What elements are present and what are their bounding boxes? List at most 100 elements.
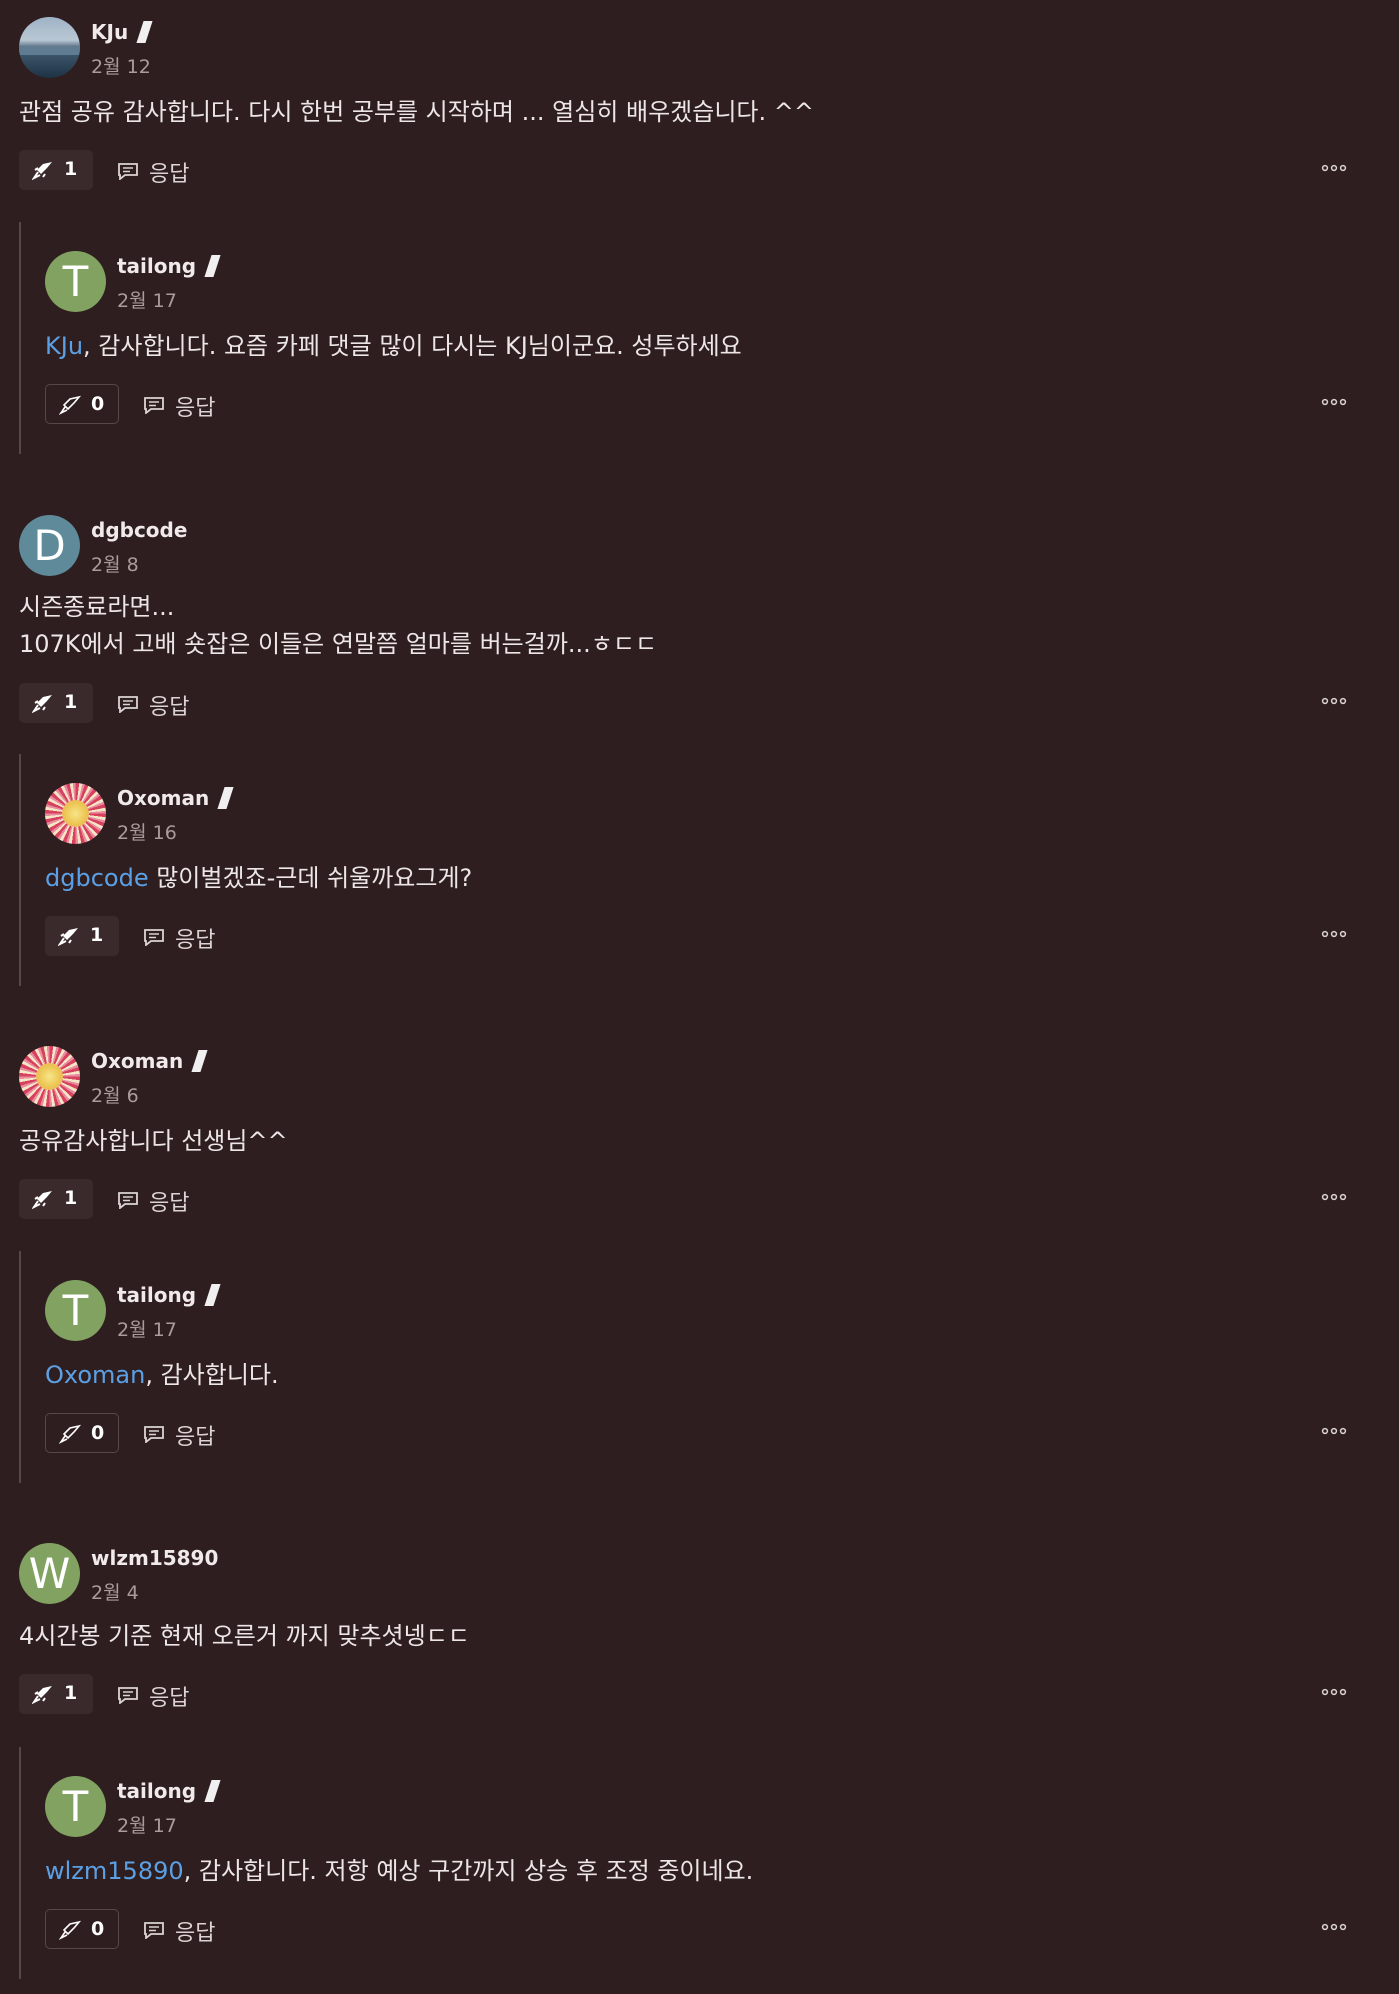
reply-text: , 감사합니다.	[145, 1361, 279, 1389]
pen-icon	[136, 21, 153, 43]
more-options-icon[interactable]	[1321, 163, 1347, 173]
comment-date: 2월 17	[117, 1815, 177, 1837]
avatar[interactable]	[19, 1046, 80, 1107]
like-button[interactable]: 1	[19, 150, 93, 190]
author-name[interactable]: dgbcode	[91, 518, 187, 542]
like-count: 1	[64, 691, 78, 713]
reply-label: 응답	[175, 928, 216, 953]
like-count: 1	[64, 1187, 78, 1209]
mention-link[interactable]: wlzm15890	[45, 1857, 184, 1885]
comment-icon	[118, 696, 138, 713]
comment-list: KJu 2월 12 관점 공유 감사합니다. 다시 한번 공부를 시작하며 ..…	[0, 0, 1399, 1994]
like-button[interactable]: 0	[45, 1909, 119, 1949]
comment-icon	[144, 929, 164, 946]
like-button[interactable]: 1	[45, 916, 119, 956]
rocket-icon	[58, 928, 78, 946]
thread-line	[19, 1251, 21, 1483]
thread-line	[19, 222, 21, 454]
rocket-icon	[32, 1191, 52, 1209]
comment-actions: 1 응답	[19, 1674, 1373, 1716]
avatar[interactable]	[45, 783, 106, 844]
pen-icon	[217, 787, 234, 809]
comment-text: Oxoman, 감사합니다.	[45, 1356, 279, 1394]
comment-text: KJu, 감사합니다. 요즘 카페 댓글 많이 다시는 KJ님이군요. 성투하세…	[45, 327, 742, 365]
author-name[interactable]: tailong	[117, 1779, 196, 1803]
more-options-icon[interactable]	[1321, 1922, 1347, 1932]
comment-actions: 1 응답	[19, 1179, 1373, 1221]
more-options-icon[interactable]	[1321, 1192, 1347, 1202]
more-options-icon[interactable]	[1321, 1426, 1347, 1436]
rocket-icon	[32, 1686, 52, 1704]
thread-line	[19, 1747, 21, 1979]
comment-actions: 1 응답	[45, 916, 1373, 958]
comment-icon	[118, 1192, 138, 1209]
like-count: 1	[64, 1682, 78, 1704]
comment-date: 2월 16	[117, 822, 177, 844]
mention-link[interactable]: Oxoman	[45, 1361, 145, 1389]
like-count: 1	[64, 158, 78, 180]
avatar[interactable]: W	[19, 1543, 80, 1604]
like-button[interactable]: 1	[19, 683, 93, 723]
author-name[interactable]: wlzm15890	[91, 1546, 218, 1570]
comment-date: 2월 4	[91, 1582, 139, 1604]
author-name[interactable]: tailong	[117, 1283, 196, 1307]
reply-label: 응답	[149, 1686, 190, 1711]
comment-date: 2월 12	[91, 56, 151, 78]
more-options-icon[interactable]	[1321, 929, 1347, 939]
like-button[interactable]: 0	[45, 384, 119, 424]
reply-label: 응답	[149, 695, 190, 720]
author-name[interactable]: KJu	[91, 20, 128, 44]
more-options-icon[interactable]	[1321, 696, 1347, 706]
like-count: 0	[91, 1918, 105, 1940]
reply-label: 응답	[175, 396, 216, 421]
reply-text: , 감사합니다. 요즘 카페 댓글 많이 다시는 KJ님이군요. 성투하세요	[83, 332, 742, 360]
avatar[interactable]	[19, 17, 80, 78]
comment-icon	[144, 397, 164, 414]
comment-icon	[118, 163, 138, 180]
like-button[interactable]: 1	[19, 1674, 93, 1714]
comment-actions: 1 응답	[19, 150, 1373, 192]
like-count: 0	[91, 393, 105, 415]
comment-text-line-1: 시즌종료라면...	[19, 593, 175, 621]
avatar[interactable]: T	[45, 1280, 106, 1341]
pen-icon	[191, 1050, 208, 1072]
comment-text-line-2: 107K에서 고배 숏잡은 이들은 연말쯤 얼마를 버는걸까...ㅎㄷㄷ	[19, 630, 658, 658]
comment-actions: 0 응답	[45, 1909, 1373, 1951]
avatar[interactable]: D	[19, 515, 80, 576]
author-name[interactable]: tailong	[117, 254, 196, 278]
rocket-icon	[32, 695, 52, 713]
comment-date: 2월 17	[117, 290, 177, 312]
comment-text: 공유감사합니다 선생님^^	[19, 1127, 288, 1155]
reply-label: 응답	[175, 1425, 216, 1450]
more-options-icon[interactable]	[1321, 1687, 1347, 1697]
rocket-icon	[59, 395, 81, 415]
thread-line	[19, 754, 21, 986]
author-name[interactable]: Oxoman	[91, 1049, 183, 1073]
pen-icon	[204, 255, 221, 277]
comment-icon	[118, 1687, 138, 1704]
reply-text: 많이벌겠죠-근데 쉬울까요그게?	[148, 864, 473, 892]
reply-label: 응답	[149, 1191, 190, 1216]
reply-label: 응답	[149, 162, 190, 187]
mention-link[interactable]: KJu	[45, 332, 83, 360]
like-button[interactable]: 1	[19, 1179, 93, 1219]
comment-actions: 0 응답	[45, 1413, 1373, 1455]
comment-date: 2월 17	[117, 1319, 177, 1341]
comment-actions: 0 응답	[45, 384, 1373, 426]
comment-date: 2월 6	[91, 1085, 139, 1107]
like-button[interactable]: 0	[45, 1413, 119, 1453]
mention-link[interactable]: dgbcode	[45, 864, 149, 892]
comment-actions: 1 응답	[19, 683, 1373, 725]
reply-text: , 감사합니다. 저항 예상 구간까지 상승 후 조정 중이네요.	[183, 1857, 754, 1885]
comment-text: wlzm15890, 감사합니다. 저항 예상 구간까지 상승 후 조정 중이네…	[45, 1852, 753, 1890]
avatar[interactable]: T	[45, 251, 106, 312]
like-count: 0	[91, 1422, 105, 1444]
author-name[interactable]: Oxoman	[117, 786, 209, 810]
comment-icon	[144, 1426, 164, 1443]
pen-icon	[204, 1780, 221, 1802]
avatar[interactable]: T	[45, 1776, 106, 1837]
like-count: 1	[90, 924, 104, 946]
rocket-icon	[59, 1424, 81, 1444]
more-options-icon[interactable]	[1321, 397, 1347, 407]
comment-text: 관점 공유 감사합니다. 다시 한번 공부를 시작하며 ... 열심히 배우겠습…	[19, 98, 814, 126]
